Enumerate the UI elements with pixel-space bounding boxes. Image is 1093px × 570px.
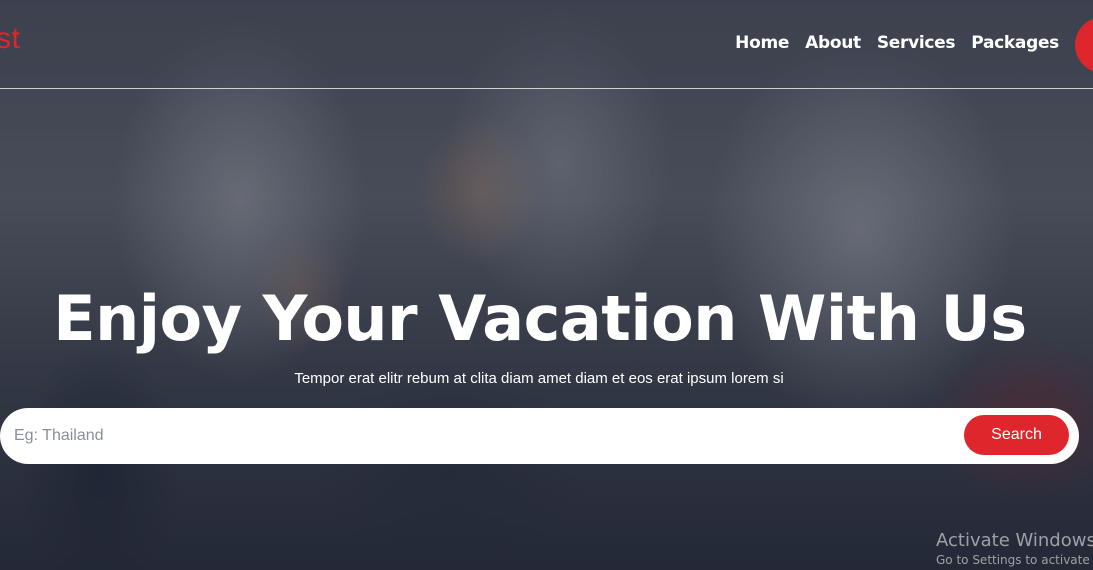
logo[interactable]: st	[0, 22, 20, 56]
watermark-subtitle: Go to Settings to activate Windows.	[936, 553, 1093, 567]
nav-item-about[interactable]: About	[805, 33, 861, 53]
hero-title: Enjoy Your Vacation With Us	[53, 282, 1027, 355]
nav-cta-button[interactable]	[1075, 17, 1093, 73]
nav-links: Home About Services Packages	[735, 33, 1059, 53]
watermark-title: Activate Windows	[936, 530, 1093, 551]
search-input[interactable]	[14, 418, 944, 454]
windows-activation-watermark: Activate Windows Go to Settings to activ…	[936, 530, 1093, 568]
nav-item-services[interactable]: Services	[877, 33, 956, 53]
nav-item-home[interactable]: Home	[735, 33, 789, 53]
navbar: st Home About Services Packages	[0, 0, 1093, 89]
search-button[interactable]: Search	[964, 415, 1069, 455]
hero-subtitle: Tempor erat elitr rebum at clita diam am…	[294, 370, 784, 387]
search-bar: Search	[0, 408, 1079, 464]
nav-item-packages[interactable]: Packages	[971, 33, 1059, 53]
